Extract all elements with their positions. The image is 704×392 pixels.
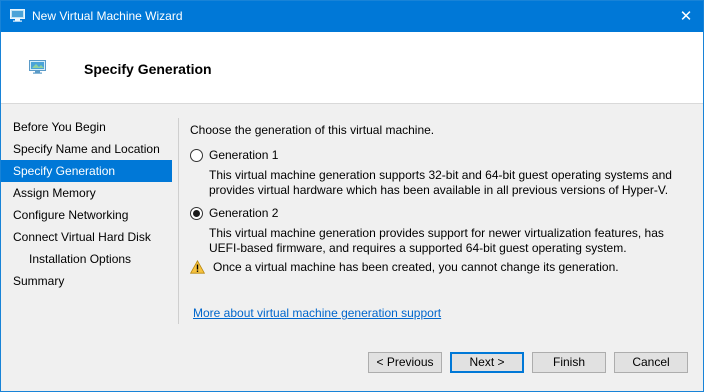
generation-2-radio[interactable] (190, 206, 203, 220)
wizard-window: New Virtual Machine Wizard ✕ Specify Gen… (0, 0, 704, 392)
nav-item-specify-generation[interactable]: Specify Generation (1, 160, 172, 182)
virtual-machine-icon (10, 9, 25, 22)
wizard-steps-nav: Before You Begin Specify Name and Locati… (1, 116, 172, 292)
next-button[interactable]: Next > (450, 352, 524, 373)
wizard-header: Specify Generation (1, 32, 703, 104)
close-icon: ✕ (679, 8, 693, 25)
generation-1-description: This virtual machine generation supports… (209, 168, 672, 197)
page-title: Specify Generation (84, 61, 212, 77)
nav-item-before-you-begin[interactable]: Before You Begin (1, 116, 172, 138)
generation-prompt: Choose the generation of this virtual ma… (190, 123, 435, 137)
cancel-button[interactable]: Cancel (614, 352, 688, 373)
nav-item-installation-options[interactable]: Installation Options (1, 248, 172, 270)
virtual-machine-icon (29, 60, 46, 74)
generation-1-radio[interactable] (190, 148, 203, 162)
nav-divider (178, 118, 179, 324)
nav-item-specify-name-and-location[interactable]: Specify Name and Location (1, 138, 172, 160)
title-bar[interactable]: New Virtual Machine Wizard ✕ (1, 1, 703, 32)
previous-button[interactable]: < Previous (368, 352, 442, 373)
nav-item-connect-virtual-hard-disk[interactable]: Connect Virtual Hard Disk (1, 226, 172, 248)
nav-item-configure-networking[interactable]: Configure Networking (1, 204, 172, 226)
generation-2-description: This virtual machine generation provides… (209, 226, 664, 255)
nav-item-assign-memory[interactable]: Assign Memory (1, 182, 172, 204)
close-button[interactable]: ✕ (669, 1, 703, 32)
generation-2-radio-option[interactable]: Generation 2 (190, 206, 278, 220)
generation-support-link[interactable]: More about virtual machine generation su… (193, 306, 441, 320)
generation-1-radio-option[interactable]: Generation 1 (190, 148, 278, 162)
window-title: New Virtual Machine Wizard (32, 9, 183, 23)
warning-message: Once a virtual machine has been created,… (190, 260, 619, 274)
finish-button[interactable]: Finish (532, 352, 606, 373)
generation-2-label[interactable]: Generation 2 (209, 206, 278, 220)
generation-1-label[interactable]: Generation 1 (209, 148, 278, 162)
warning-text: Once a virtual machine has been created,… (213, 260, 619, 274)
nav-item-summary[interactable]: Summary (1, 270, 172, 292)
warning-icon (190, 260, 205, 274)
